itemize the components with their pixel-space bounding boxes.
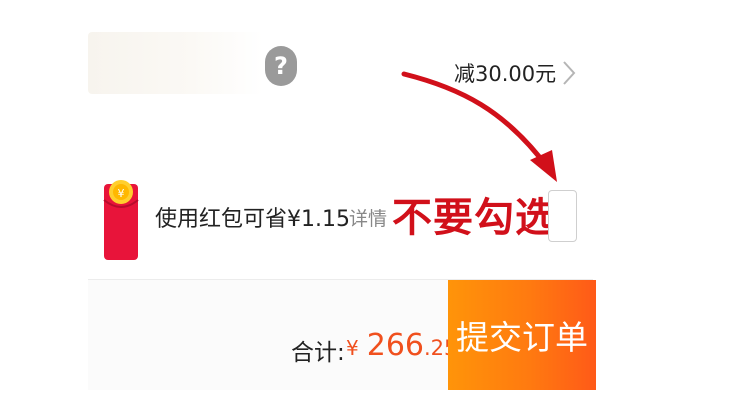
- hongbao-icon: ¥: [103, 180, 139, 260]
- currency-symbol: ¥: [346, 336, 359, 360]
- total-label: 合计:: [291, 340, 345, 366]
- amount-integer: 266: [366, 328, 424, 363]
- svg-text:¥: ¥: [118, 187, 125, 200]
- annotation-do-not-check: 不要勾选: [392, 195, 556, 241]
- red-packet-label: 使用红包可省¥1.15: [155, 207, 350, 232]
- chevron-right-icon[interactable]: [561, 60, 577, 86]
- details-link[interactable]: 详情: [349, 204, 387, 231]
- submit-order-button[interactable]: 提交订单: [448, 280, 596, 390]
- blurred-coupon-label: [88, 32, 263, 94]
- red-packet-checkbox[interactable]: [548, 190, 577, 242]
- question-circle-icon[interactable]: ?: [265, 46, 297, 86]
- total-amount: ¥266.25: [346, 328, 457, 363]
- coupon-discount-text[interactable]: 减30.00元: [454, 58, 556, 88]
